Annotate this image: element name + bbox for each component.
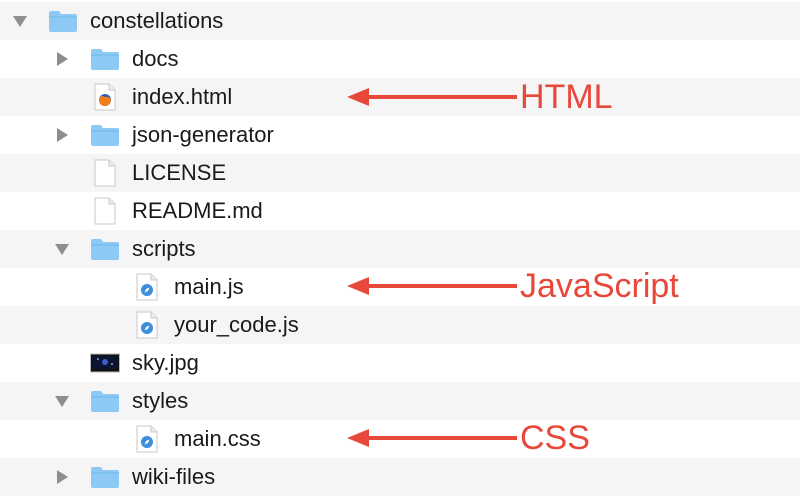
item-label: main.css	[174, 426, 261, 451]
chevron-right-icon[interactable]	[52, 116, 72, 154]
folder-icon	[90, 382, 120, 420]
arrow-left-icon	[347, 429, 517, 447]
blank-document-icon	[90, 154, 120, 192]
folder-icon	[90, 230, 120, 268]
chevron-right-icon[interactable]	[52, 458, 72, 496]
item-label: scripts	[132, 236, 196, 261]
chevron-right-icon[interactable]	[52, 40, 72, 78]
list-item[interactable]: wiki-files	[0, 458, 800, 496]
annotation-javascript: JavaScript	[520, 267, 679, 305]
chevron-down-icon[interactable]	[52, 230, 72, 268]
list-item[interactable]: LICENSE	[0, 154, 800, 192]
list-item[interactable]: json-generator	[0, 116, 800, 154]
list-item[interactable]: constellations	[0, 2, 800, 40]
item-label: index.html	[132, 84, 233, 109]
chevron-down-icon[interactable]	[10, 2, 30, 40]
folder-icon	[90, 458, 120, 496]
safari-script-file-icon	[132, 306, 162, 344]
item-label: styles	[132, 388, 189, 413]
arrow-left-icon	[347, 88, 517, 106]
folder-icon	[48, 2, 78, 40]
list-item[interactable]: scripts	[0, 230, 800, 268]
arrow-left-icon	[347, 277, 517, 295]
item-label: constellations	[90, 8, 224, 33]
firefox-html-file-icon	[90, 78, 120, 116]
item-label: docs	[132, 46, 179, 71]
chevron-down-icon[interactable]	[52, 382, 72, 420]
folder-icon	[90, 40, 120, 78]
item-label: json-generator	[132, 122, 274, 147]
blank-document-icon	[90, 192, 120, 230]
folder-icon	[90, 116, 120, 154]
safari-script-file-icon	[132, 420, 162, 458]
item-label: sky.jpg	[132, 350, 199, 375]
annotation-html: HTML	[520, 78, 613, 116]
item-label: LICENSE	[132, 160, 227, 185]
list-item[interactable]: styles	[0, 382, 800, 420]
annotation-css: CSS	[520, 419, 590, 457]
list-item[interactable]: sky.jpg	[0, 344, 800, 382]
item-label: your_code.js	[174, 312, 299, 337]
item-label: README.md	[132, 198, 263, 223]
item-label: main.js	[174, 274, 244, 299]
item-label: wiki-files	[132, 464, 216, 489]
list-item[interactable]: docs	[0, 40, 800, 78]
list-item[interactable]: your_code.js	[0, 306, 800, 344]
safari-script-file-icon	[132, 268, 162, 306]
list-item[interactable]: README.md	[0, 192, 800, 230]
image-thumbnail-icon	[90, 344, 120, 382]
